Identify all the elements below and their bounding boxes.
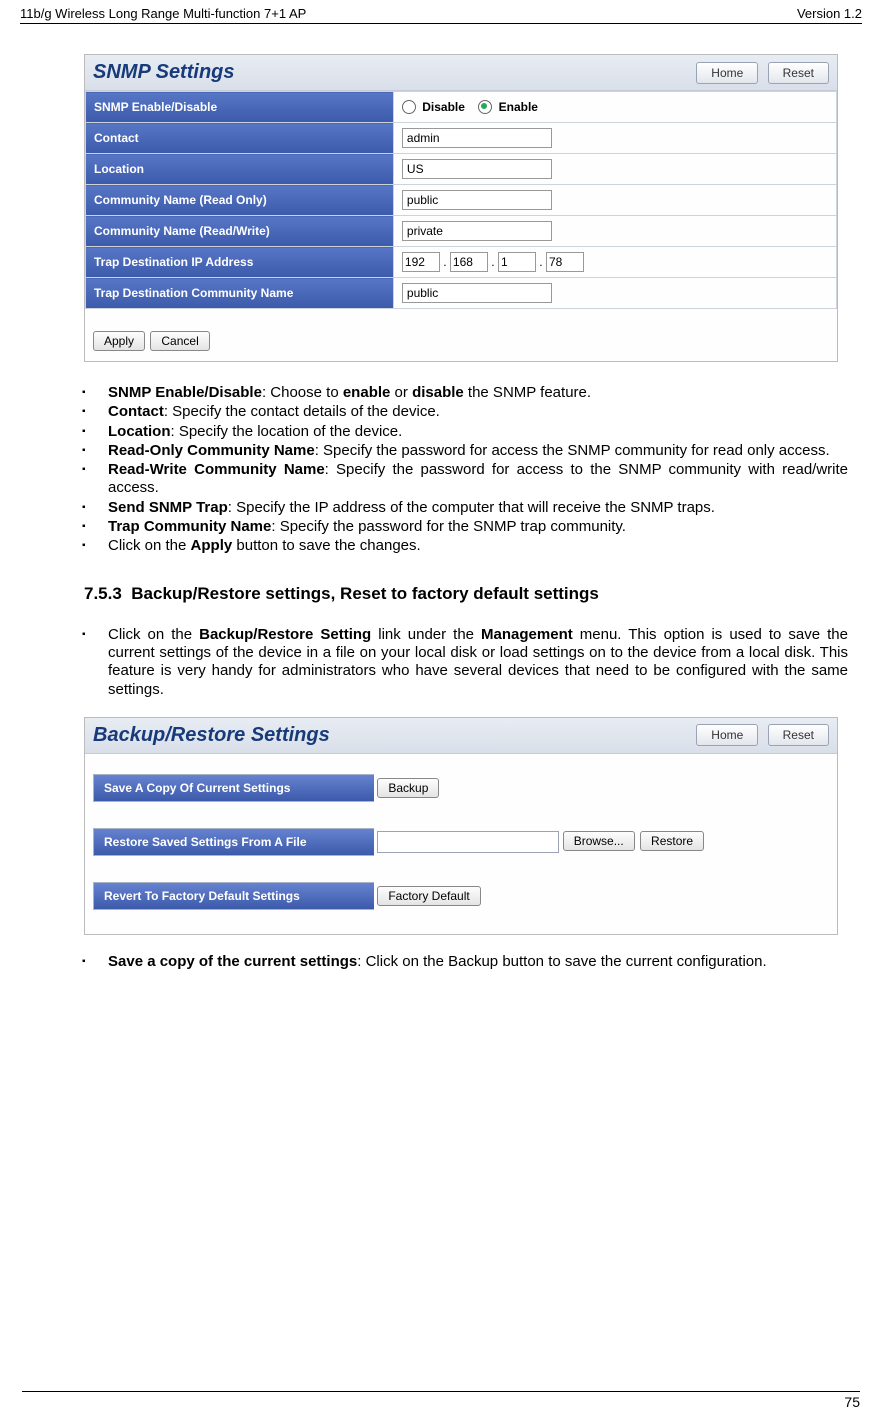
location-input[interactable] bbox=[402, 159, 552, 179]
rw-community-input[interactable] bbox=[402, 221, 552, 241]
ip1-input[interactable] bbox=[402, 252, 440, 272]
reset-button[interactable]: Reset bbox=[768, 724, 829, 746]
backup-restore-panel: Backup/Restore Settings Home Reset Save … bbox=[84, 717, 838, 935]
ro-community-input[interactable] bbox=[402, 190, 552, 210]
browse-button[interactable]: Browse... bbox=[563, 831, 635, 851]
restore-label: Restore Saved Settings From A File bbox=[93, 828, 374, 856]
list-item: Trap Community Name: Specify the passwor… bbox=[108, 518, 848, 536]
ip2-input[interactable] bbox=[450, 252, 488, 272]
file-path-input[interactable] bbox=[377, 831, 559, 853]
factory-default-button[interactable]: Factory Default bbox=[377, 886, 480, 906]
location-label: Location bbox=[86, 154, 394, 185]
list-item: Location: Specify the location of the de… bbox=[108, 423, 848, 441]
contact-label: Contact bbox=[86, 123, 394, 154]
backup-button[interactable]: Backup bbox=[377, 778, 439, 798]
trap-ip-label: Trap Destination IP Address bbox=[86, 247, 394, 278]
doc-header-right: Version 1.2 bbox=[797, 6, 862, 21]
page-number: 75 bbox=[844, 1394, 860, 1410]
snmp-title: SNMP Settings bbox=[93, 61, 235, 84]
list-item: Click on the Backup/Restore Setting link… bbox=[108, 626, 848, 699]
cancel-button[interactable]: Cancel bbox=[150, 331, 209, 351]
disable-radio[interactable] bbox=[402, 100, 416, 114]
disable-text: Disable bbox=[422, 100, 465, 114]
list-item: Save a copy of the current settings: Cli… bbox=[108, 953, 848, 971]
list-item: Read-Write Community Name: Specify the p… bbox=[108, 461, 848, 498]
save-copy-label: Save A Copy Of Current Settings bbox=[93, 774, 374, 802]
trap-community-input[interactable] bbox=[402, 283, 552, 303]
section-heading: 7.5.3 Backup/Restore settings, Reset to … bbox=[84, 584, 858, 604]
reset-button[interactable]: Reset bbox=[768, 62, 829, 84]
ip4-input[interactable] bbox=[546, 252, 584, 272]
list-item: Click on the Apply button to save the ch… bbox=[108, 537, 848, 555]
rw-community-label: Community Name (Read/Write) bbox=[86, 216, 394, 247]
restore-button[interactable]: Restore bbox=[640, 831, 704, 851]
snmp-enable-label: SNMP Enable/Disable bbox=[86, 92, 394, 123]
doc-header-left: 11b/g Wireless Long Range Multi-function… bbox=[20, 6, 306, 21]
page-footer: 75 bbox=[22, 1391, 860, 1410]
apply-button[interactable]: Apply bbox=[93, 331, 145, 351]
snmp-settings-panel: SNMP Settings Home Reset SNMP Enable/Dis… bbox=[84, 54, 838, 362]
enable-text: Enable bbox=[499, 100, 538, 114]
list-item: Contact: Specify the contact details of … bbox=[108, 403, 848, 421]
home-button[interactable]: Home bbox=[696, 62, 758, 84]
enable-radio[interactable] bbox=[478, 100, 492, 114]
revert-label: Revert To Factory Default Settings bbox=[93, 882, 374, 910]
list-item: Read-Only Community Name: Specify the pa… bbox=[108, 442, 848, 460]
trap-community-label: Trap Destination Community Name bbox=[86, 278, 394, 309]
contact-input[interactable] bbox=[402, 128, 552, 148]
ro-community-label: Community Name (Read Only) bbox=[86, 185, 394, 216]
list-item: SNMP Enable/Disable: Choose to enable or… bbox=[108, 384, 848, 402]
home-button[interactable]: Home bbox=[696, 724, 758, 746]
backup-title: Backup/Restore Settings bbox=[93, 724, 330, 747]
list-item: Send SNMP Trap: Specify the IP address o… bbox=[108, 499, 848, 517]
ip3-input[interactable] bbox=[498, 252, 536, 272]
